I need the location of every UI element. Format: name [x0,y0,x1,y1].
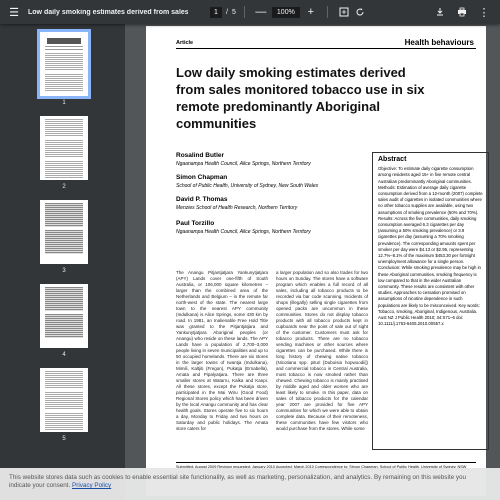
article-type-label: Article [176,40,194,46]
zoom-controls: — 100% + [253,4,319,20]
pdf-toolbar: ☰ Low daily smoking estimates derived fr… [0,0,500,24]
zoom-in-button[interactable]: + [303,4,319,20]
author-affiliation: Ngaanampa Health Council, Alice Springs,… [176,229,311,235]
zoom-out-button[interactable]: — [253,4,269,20]
current-page-input[interactable]: 1 [210,6,222,18]
total-pages: 5 [231,8,236,16]
toolbar-divider [326,6,328,18]
author-block: Simon Chapman School of Public Health, U… [176,174,318,189]
author-affiliation: Ngaanampa Health Council, Alice Springs,… [176,161,311,167]
download-icon[interactable] [432,4,448,20]
fit-page-icon[interactable] [336,4,352,20]
thumbnail-label: 1 [62,100,66,106]
cookie-banner: This website stores data such as cookies… [0,468,500,500]
author-name: Rosalind Butler [176,152,225,159]
section-label: Health behaviours [404,38,474,47]
zoom-level-input[interactable]: 100% [271,6,300,18]
document-title: Low daily smoking estimates derived from… [28,8,188,16]
thumbnail-label: 5 [62,436,66,442]
abstract-box: Abstract Objective: To estimate daily ci… [372,152,489,450]
page-thumbnail[interactable] [40,200,88,264]
page-indicator: 1 / 5 [210,6,236,18]
article-title: Low daily smoking estimates derived from… [176,65,425,131]
author-block: Rosalind Butler Ngaanampa Health Council… [176,152,311,167]
thumbnail-label: 4 [62,352,66,358]
body-column-2: a larger population and so also trades f… [276,270,368,431]
menu-icon[interactable]: ☰ [6,4,22,20]
author-affiliation: School of Public Health, University of S… [176,183,319,189]
author-name: David P. Thomas [176,196,228,203]
header-rule [176,48,476,49]
thumbnail-label: 2 [62,184,66,190]
pdf-page: Article Health behaviours Low daily smok… [146,26,489,496]
abstract-heading: Abstract [378,156,407,163]
page-thumbnail[interactable] [37,29,91,99]
more-options-icon[interactable]: ⋮ [476,4,492,20]
cookie-text: This website stores data such as cookies… [9,474,489,490]
toolbar-divider [243,6,245,18]
page-thumbnail[interactable] [40,368,88,432]
body-column-1: The Anangu Pitjantjatjara Yankunytjatjar… [176,270,268,431]
abstract-text: Objective: To estimate daily cigarette c… [378,166,483,327]
page-separator: / [226,8,228,16]
page-thumbnail[interactable] [40,116,88,180]
author-block: David P. Thomas Menzies School of Health… [176,196,297,211]
page-thumbnail[interactable] [40,284,88,348]
print-icon[interactable] [454,4,470,20]
rotate-icon[interactable] [352,4,368,20]
thumbnail-sidebar: 1 2 3 4 5 [0,24,125,500]
author-affiliation: Menzies School of Health Research, North… [176,205,298,211]
author-block: Paul Torzillo Ngaanampa Health Council, … [176,220,311,235]
author-name: Paul Torzillo [176,220,215,227]
thumbnail-label: 3 [62,268,66,274]
author-name: Simon Chapman [176,174,228,181]
privacy-policy-link[interactable]: Privacy Policy [72,482,111,489]
